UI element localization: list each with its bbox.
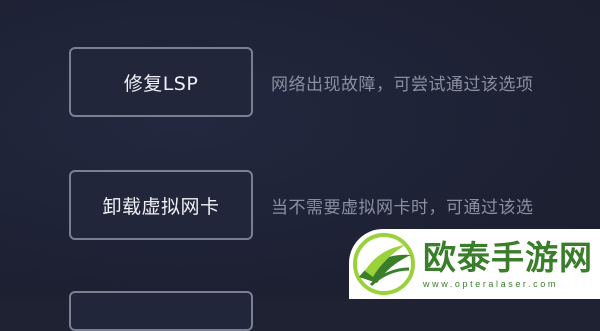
repair-lsp-description: 网络出现故障，可尝试通过该选项 [271,74,534,95]
partial-option-button[interactable] [69,291,253,331]
repair-lsp-button[interactable]: 修复LSP [69,47,253,117]
option-row-partial [69,291,253,331]
uninstall-virtual-adapter-button[interactable]: 卸载虚拟网卡 [69,170,253,240]
watermark-text: 欧泰手游网 www.opteralaser.com [423,238,593,290]
option-row-repair-lsp: 修复LSP 网络出现故障，可尝试通过该选项 [69,47,534,117]
watermark-title: 欧泰手游网 [423,238,593,277]
uninstall-virtual-adapter-description: 当不需要虚拟网卡时，可通过该选 [271,197,534,218]
leaf-ring-logo-icon [353,233,415,295]
settings-panel: 修复LSP 网络出现故障，可尝试通过该选项 卸载虚拟网卡 当不需要虚拟网卡时，可… [0,0,600,331]
watermark: 欧泰手游网 www.opteralaser.com [349,229,600,299]
watermark-url: www.opteralaser.com [423,279,558,289]
